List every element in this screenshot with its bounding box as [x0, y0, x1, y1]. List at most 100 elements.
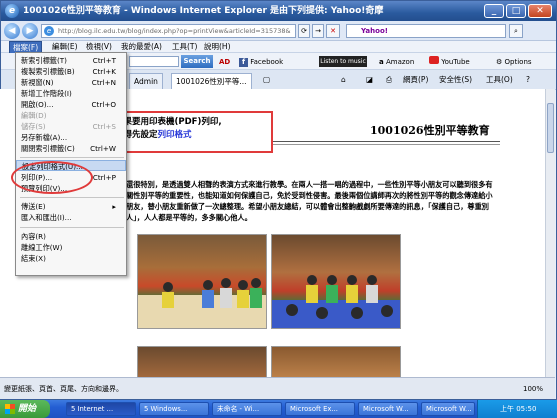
go-icon[interactable]: → [312, 24, 324, 38]
feeds-icon[interactable]: ◪ [366, 74, 373, 86]
ad-icon[interactable]: AD [219, 56, 230, 68]
page-menu[interactable]: 網頁(P) [403, 74, 428, 86]
scrollbar-thumb[interactable] [547, 103, 554, 153]
toolbar-search-button[interactable]: Search [181, 55, 213, 68]
menu-item-properties[interactable]: 內容(R) [16, 231, 126, 242]
menu-item-new-window[interactable]: 新視窗(N) Ctrl+N [16, 77, 126, 88]
menu-item-new-session[interactable]: 新增工作階段(I) [16, 88, 126, 99]
print-icon[interactable]: ⎙ [386, 74, 392, 86]
menu-item-work-offline[interactable]: 離線工作(W) [16, 242, 126, 253]
menu-item-shortcut: Ctrl+S [92, 122, 116, 131]
facebook-link[interactable]: f Facebook [239, 56, 283, 68]
youtube-label: YouTube [441, 58, 470, 66]
menu-item-import-export[interactable]: 匯入和匯出(I)... [16, 212, 126, 223]
start-button[interactable]: 開始 [0, 400, 50, 418]
menu-separator [20, 227, 124, 228]
forward-icon[interactable]: ▶ [22, 23, 38, 39]
menu-item-send[interactable]: 傳送(E) ▸ [16, 201, 126, 212]
stop-icon[interactable]: ✕ [326, 24, 340, 38]
article-photo-4 [271, 346, 401, 377]
listen-to-music-button[interactable]: Listen to music [319, 56, 367, 67]
callout-highlight: 列印格式 [157, 130, 192, 140]
toolbar-search-input[interactable] [129, 56, 179, 67]
article-photo-1 [137, 234, 267, 329]
menu-item-shortcut: Ctrl+W [90, 144, 116, 153]
menu-item-open[interactable]: 開啟(O)... Ctrl+O [16, 99, 126, 110]
back-icon[interactable]: ◀ [4, 23, 20, 39]
status-text: 變更紙張、頁首、頁尾、方向和邊界。 [4, 385, 123, 393]
taskbar-button-windows[interactable]: 5 Windows... [139, 402, 209, 416]
menu-item-label: 關閉索引標籤(C) [21, 144, 75, 153]
status-bar: 變更紙張、頁首、頁尾、方向和邊界。 100% [0, 377, 555, 399]
menu-item-label: 另存新檔(A)... [21, 133, 68, 142]
menu-item-new-tab[interactable]: 新索引標籤(T) Ctrl+T [16, 55, 126, 66]
menu-item-label: 離線工作(W) [21, 243, 63, 252]
menu-item-exit[interactable]: 結束(X) [16, 253, 126, 264]
taskbar-button-excel[interactable]: Microsoft Ex... [285, 402, 355, 416]
youtube-icon [429, 56, 439, 64]
menu-item-edit: 編輯(D) [16, 110, 126, 121]
system-tray: 上午 05:50 [477, 400, 557, 418]
zoom-level[interactable]: 100% [523, 378, 543, 400]
facebook-label: Facebook [250, 58, 284, 66]
menu-item-shortcut: Ctrl+K [92, 67, 116, 76]
menu-item-shortcut: Ctrl+O [91, 100, 116, 109]
page-icon: e [44, 26, 54, 36]
photo-1-scene [138, 278, 266, 328]
minimize-button[interactable]: _ [484, 4, 504, 18]
options-label: Options [504, 58, 532, 66]
yahoo-search-input[interactable]: Yahoo! [346, 24, 506, 38]
new-tab-icon[interactable]: ▢ [263, 74, 270, 86]
taskbar-button-paint[interactable]: 未命名 - Wi... [212, 402, 282, 416]
taskbar-button-word-2[interactable]: Microsoft W... [421, 402, 475, 416]
menu-item-duplicate-tab[interactable]: 複製索引標籤(B) Ctrl+K [16, 66, 126, 77]
menu-item-label: 內容(R) [21, 232, 46, 241]
menu-item-label: 匯入和匯出(I)... [21, 213, 72, 222]
tab-admin[interactable]: Admin [129, 73, 163, 89]
gear-icon: ⚙ [496, 58, 503, 66]
security-menu[interactable]: 安全性(S) [439, 74, 472, 86]
address-row: ◀ ▶ e http://blog.ilc.edu.tw/blog/index.… [1, 21, 556, 41]
tools-menu[interactable]: 工具(O) [486, 74, 513, 86]
help-icon[interactable]: ? [526, 74, 530, 86]
options-link[interactable]: ⚙ Options [496, 56, 532, 68]
menu-tools[interactable]: 工具(T) [169, 41, 200, 53]
menu-item-label: 新視窗(N) [21, 78, 54, 87]
close-button[interactable]: ✕ [528, 4, 552, 18]
amazon-link[interactable]: a Amazon [379, 56, 414, 68]
submenu-arrow-icon: ▸ [112, 202, 116, 211]
menu-item-label: 儲存(S) [21, 122, 46, 131]
title-bar: e 1001026性別平等教育 - Windows Internet Explo… [1, 1, 556, 21]
menu-item-label: 新索引標籤(T) [21, 56, 67, 65]
tab-admin-label: Admin [134, 77, 158, 86]
search-icon[interactable]: ⌕ [509, 24, 523, 38]
menu-item-shortcut: Ctrl+T [92, 56, 116, 65]
menu-item-save: 儲存(S) Ctrl+S [16, 121, 126, 132]
instruction-callout: 如果要用印表機(PDF)列印, 記得先設定列印格式 [107, 111, 273, 153]
youtube-link[interactable]: YouTube [429, 56, 470, 68]
menu-separator [20, 197, 124, 198]
article-photo-2 [271, 234, 401, 329]
menu-help[interactable]: 說明(H) [201, 41, 234, 53]
menu-item-label: 新增工作階段(I) [21, 89, 72, 98]
menu-item-label: 結束(X) [21, 254, 46, 263]
vertical-scrollbar[interactable] [545, 89, 555, 377]
home-icon[interactable]: ⌂ [341, 74, 346, 86]
refresh-icon[interactable]: ⟳ [298, 24, 310, 38]
callout-line-1: 如果要用印表機(PDF)列印, [115, 117, 222, 127]
start-label: 開始 [18, 404, 37, 414]
highlight-ring [11, 161, 93, 194]
menu-item-close-tab[interactable]: 關閉索引標籤(C) Ctrl+W [16, 143, 126, 154]
address-bar[interactable]: e http://blog.ilc.edu.tw/blog/index.php?… [41, 24, 296, 38]
menu-item-shortcut: Ctrl+P [92, 173, 116, 182]
menu-item-label: 編輯(D) [21, 111, 47, 120]
menu-separator [20, 157, 124, 158]
maximize-button[interactable]: □ [506, 4, 526, 18]
taskbar: 開始 5 Internet ... 5 Windows... 未命名 - Wi.… [0, 400, 557, 418]
menu-item-save-as[interactable]: 另存新檔(A)... [16, 132, 126, 143]
page-title: 1001026性別平等教育 [370, 124, 490, 137]
clock[interactable]: 上午 05:50 [500, 405, 536, 413]
taskbar-button-word-1[interactable]: Microsoft W... [358, 402, 418, 416]
taskbar-button-ie[interactable]: 5 Internet ... [66, 402, 136, 416]
tab-active[interactable]: 1001026性別平等... [171, 73, 252, 89]
